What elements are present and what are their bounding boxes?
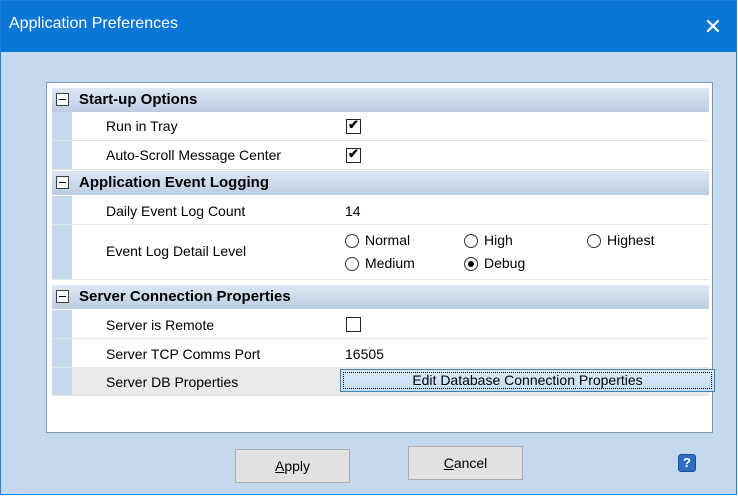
radio-circle xyxy=(345,234,359,248)
tcp-port-value[interactable]: 16505 xyxy=(345,346,384,362)
help-icon: ? xyxy=(683,455,691,470)
close-button[interactable]: ✕ xyxy=(690,1,736,52)
row-tcp-port: Server TCP Comms Port 16505 xyxy=(52,339,709,368)
radio-circle-selected xyxy=(464,257,478,271)
title-bar: Application Preferences ✕ xyxy=(1,1,736,52)
row-daily-log-count: Daily Event Log Count 14 xyxy=(52,196,709,225)
collapse-icon[interactable] xyxy=(56,176,69,189)
collapse-icon[interactable] xyxy=(56,93,69,106)
checkmark-icon: ✔ xyxy=(348,146,359,161)
apply-button[interactable]: Apply xyxy=(235,449,350,483)
radio-normal[interactable]: Normal xyxy=(345,232,435,250)
preferences-window: Application Preferences ✕ Start-up Optio… xyxy=(0,0,737,495)
edit-db-connection-button[interactable]: Edit Database Connection Properties xyxy=(340,369,715,392)
cancel-button[interactable]: Cancel xyxy=(408,446,523,480)
section-server-connection: Server Connection Properties xyxy=(52,285,709,309)
db-properties-label: Server DB Properties xyxy=(106,374,239,390)
radio-medium[interactable]: Medium xyxy=(345,255,435,273)
run-in-tray-checkbox[interactable]: ✔ xyxy=(346,117,361,134)
radio-circle xyxy=(464,234,478,248)
row-server-remote: Server is Remote xyxy=(52,310,709,339)
server-remote-checkbox[interactable] xyxy=(346,317,361,332)
log-detail-level-label: Event Log Detail Level xyxy=(106,243,247,259)
window-title: Application Preferences xyxy=(9,15,178,32)
collapse-icon[interactable] xyxy=(56,290,69,303)
section-title: Start-up Options xyxy=(79,91,198,108)
close-icon: ✕ xyxy=(703,14,723,39)
checkmark-icon: ✔ xyxy=(348,117,359,132)
row-auto-scroll: Auto-Scroll Message Center ✔ xyxy=(52,141,709,170)
radio-highest[interactable]: Highest xyxy=(587,232,687,250)
row-db-properties: Server DB Properties Edit Database Conne… xyxy=(52,368,715,396)
row-log-detail-level: Event Log Detail Level Normal High Highe… xyxy=(52,225,709,280)
property-grid: Start-up Options Run in Tray ✔ Auto-Scro… xyxy=(46,82,715,433)
radio-circle xyxy=(587,234,601,248)
section-title: Application Event Logging xyxy=(79,174,269,191)
section-event-logging: Application Event Logging xyxy=(52,171,709,195)
daily-log-count-value[interactable]: 14 xyxy=(345,203,361,219)
section-title: Server Connection Properties xyxy=(79,288,291,305)
auto-scroll-label: Auto-Scroll Message Center xyxy=(106,147,282,163)
help-button[interactable]: ? xyxy=(678,454,696,472)
radio-high[interactable]: High xyxy=(464,232,544,250)
server-remote-label: Server is Remote xyxy=(106,317,215,333)
run-in-tray-label: Run in Tray xyxy=(106,118,178,134)
tcp-port-label: Server TCP Comms Port xyxy=(106,346,261,362)
auto-scroll-checkbox[interactable]: ✔ xyxy=(346,146,361,163)
radio-debug[interactable]: Debug xyxy=(464,255,554,273)
radio-circle xyxy=(345,257,359,271)
daily-log-count-label: Daily Event Log Count xyxy=(106,203,246,219)
row-run-in-tray: Run in Tray ✔ xyxy=(52,112,709,141)
section-startup-options: Start-up Options xyxy=(52,88,709,112)
